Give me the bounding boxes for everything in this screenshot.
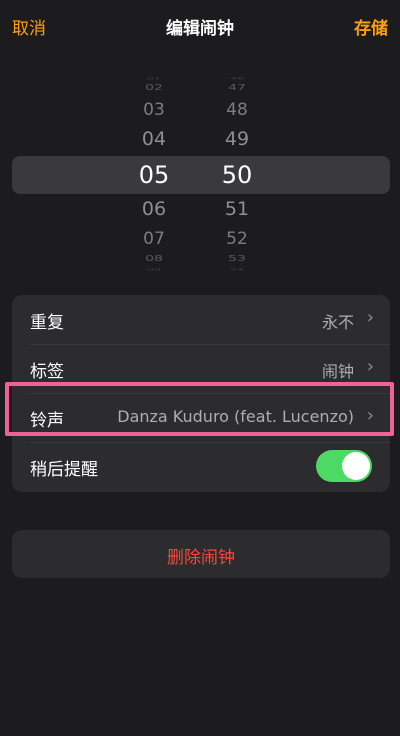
- minute-option: 49: [224, 128, 250, 150]
- repeat-label: 重复: [30, 313, 64, 333]
- chevron-right-icon: ›: [366, 356, 374, 377]
- hour-option: 08: [145, 254, 163, 264]
- time-picker[interactable]: 01 02 03 04 05 06 07 08 09 46 47 48 49 5…: [0, 70, 400, 280]
- selected-minute: 50: [221, 161, 253, 189]
- save-button[interactable]: 存储: [354, 14, 388, 39]
- minute-option: 54: [230, 267, 244, 272]
- snooze-row: 稍后提醒: [12, 442, 390, 491]
- minute-option: 47: [228, 83, 246, 93]
- chevron-right-icon: ›: [366, 307, 374, 328]
- page-title: 编辑闹钟: [166, 19, 234, 39]
- hour-option: 06: [141, 198, 167, 220]
- minute-option: 46: [230, 76, 244, 81]
- delete-alarm-label: 删除闹钟: [167, 548, 235, 568]
- minute-option: 53: [228, 254, 246, 264]
- minute-wheel[interactable]: 46 47 48 49 50 51 52 53 54: [207, 70, 267, 280]
- selected-hour: 05: [138, 161, 170, 189]
- hour-option: 04: [141, 128, 167, 150]
- hour-option: 07: [143, 229, 165, 249]
- hour-option: 09: [147, 267, 161, 272]
- picker-selection-band: [12, 156, 390, 194]
- edit-alarm-screen: 取消 编辑闹钟 存储 01 02 03 04 05 06 07 08 09 46…: [0, 0, 400, 736]
- minute-option: 48: [226, 100, 248, 120]
- snooze-toggle[interactable]: [316, 450, 372, 482]
- minute-option: 52: [226, 229, 248, 249]
- hour-option: 01: [147, 76, 161, 81]
- nav-bar: 取消 编辑闹钟 存储: [0, 0, 400, 52]
- toggle-knob: [342, 452, 370, 480]
- hour-option: 03: [143, 100, 165, 120]
- hour-option: 02: [145, 83, 163, 93]
- minute-option: 51: [224, 198, 250, 220]
- label-label: 标签: [30, 362, 64, 382]
- delete-alarm-button[interactable]: 删除闹钟: [12, 530, 390, 578]
- hour-wheel[interactable]: 01 02 03 04 05 06 07 08 09: [124, 70, 184, 280]
- repeat-value: 永不: [321, 313, 354, 332]
- repeat-row[interactable]: 重复 永不 ›: [12, 295, 390, 344]
- snooze-label: 稍后提醒: [30, 460, 98, 480]
- label-value: 闹钟: [321, 362, 354, 381]
- highlight-annotation: [5, 382, 394, 436]
